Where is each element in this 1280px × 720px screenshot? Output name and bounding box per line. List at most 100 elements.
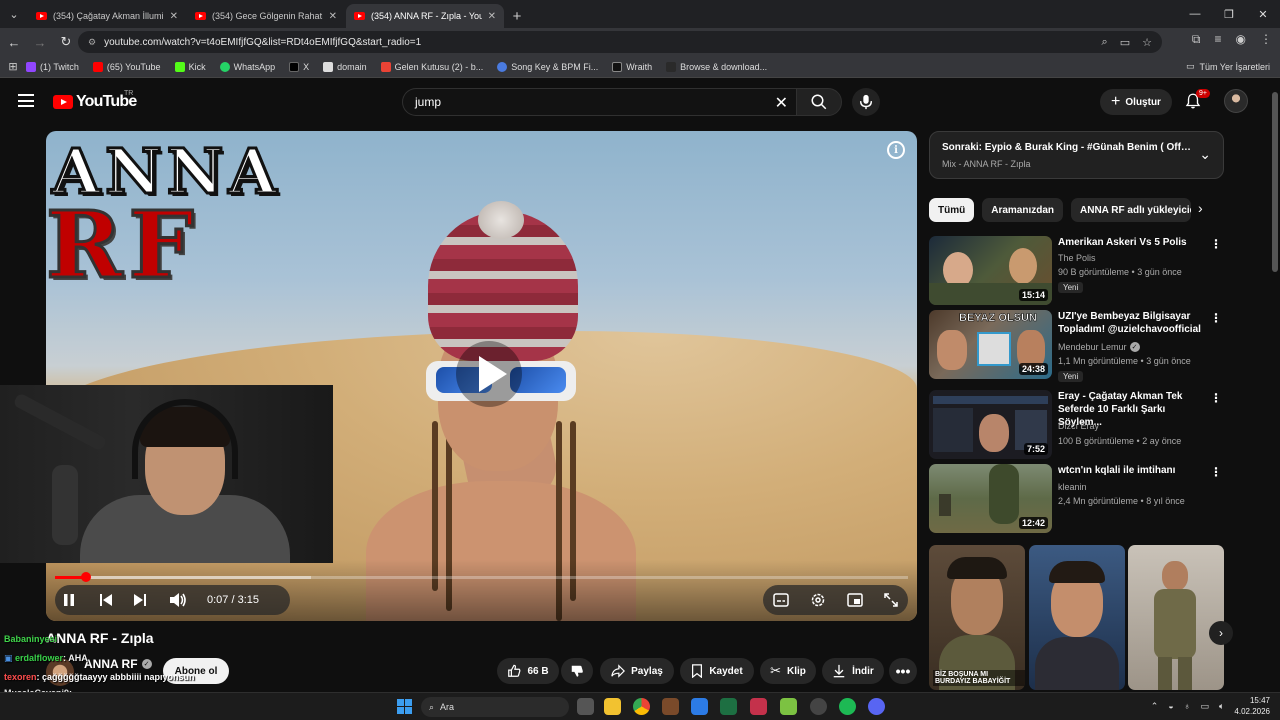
more-vertical-icon[interactable]: ⋮ (1210, 391, 1222, 405)
bookmark-whatsapp[interactable]: WhatsApp (219, 61, 275, 72)
app-green-icon[interactable] (780, 698, 797, 715)
previous-icon[interactable] (89, 593, 123, 607)
playlist-up-next-panel[interactable]: Sonraki: Eypio & Burak King - #Günah Ben… (929, 131, 1224, 179)
save-button[interactable]: Kaydet (680, 658, 754, 684)
video-thumbnail[interactable]: 7:52 (929, 390, 1052, 459)
voice-search-button[interactable] (852, 88, 880, 116)
browser-tab-2[interactable]: (354) Gece Gölgenin Rahatına B ✕ (187, 4, 345, 28)
video-channel[interactable]: Dizcı Eray (1058, 421, 1099, 431)
recommended-video[interactable]: 12:42 wtcn'ın kqlali ile imtihanı kleani… (929, 464, 1224, 534)
app-circle-icon[interactable] (810, 698, 827, 715)
short-thumbnail[interactable]: BİZ BOŞUNA MI BURDAYIZ BABAYİĞİT (929, 545, 1025, 690)
windows-start-icon[interactable] (397, 699, 412, 714)
volume-icon[interactable] (161, 592, 195, 608)
chip-from-search[interactable]: Aramanızdan (982, 198, 1064, 222)
bookmark-kick[interactable]: Kick (174, 61, 206, 72)
network-icon[interactable]: ▭ (1200, 701, 1209, 712)
short-thumbnail[interactable] (1029, 545, 1125, 690)
video-thumbnail[interactable]: 12:42 (929, 464, 1052, 533)
bookmark-star-icon[interactable]: ☆ (1142, 36, 1152, 49)
miniplayer-icon[interactable] (847, 593, 863, 607)
tray-app-icon[interactable]: ◒ (1168, 701, 1173, 711)
bookmark-wraith[interactable]: Wraith (612, 61, 652, 72)
video-thumbnail[interactable]: 15:14 (929, 236, 1052, 305)
next-icon[interactable] (123, 593, 157, 607)
recommended-video[interactable]: 7:52 Eray - Çağatay Akman Tek Seferde 10… (929, 390, 1224, 460)
app-red-icon[interactable] (750, 698, 767, 715)
create-button[interactable]: + Oluştur (1100, 89, 1172, 115)
recommended-video[interactable]: 15:14 Amerikan Askeri Vs 5 Polis The Pol… (929, 236, 1224, 306)
fullscreen-icon[interactable] (883, 593, 898, 607)
close-tab-icon[interactable]: ✕ (170, 11, 178, 22)
extensions-icon[interactable]: ⧉ (1192, 32, 1201, 47)
recommended-video[interactable]: BEYAZ OLSUN 24:38 UZI'ye Bembeyaz Bilgis… (929, 310, 1224, 382)
maximize-icon[interactable]: ❐ (1212, 0, 1246, 28)
bookmark-twitch[interactable]: (1) Twitch (26, 61, 79, 72)
shorts-next-chevron-icon[interactable]: › (1209, 621, 1233, 645)
chevron-down-icon[interactable]: ⌄ (1199, 146, 1211, 163)
browser-tab-1[interactable]: (354) Çağatay Akman İllumination ✕ (28, 4, 186, 28)
all-bookmarks-folder[interactable]: ▭ Tüm Yer İşaretleri (1186, 61, 1270, 72)
chip-all[interactable]: Tümü (929, 198, 975, 222)
channel-name[interactable]: ANNA RF ✓ (84, 657, 152, 671)
subtitles-icon[interactable] (773, 593, 790, 607)
bookmark-gmail[interactable]: Gelen Kutusu (2) - b... (380, 61, 483, 72)
microphone-tray-icon[interactable]: ♁ (1184, 701, 1191, 711)
video-channel[interactable]: Mendebur Lemur ✓ (1058, 342, 1140, 352)
app-icon[interactable] (662, 698, 679, 715)
close-tab-icon[interactable]: ✕ (488, 11, 496, 22)
account-avatar[interactable] (1224, 89, 1248, 113)
search-button[interactable] (796, 88, 842, 116)
spotify-icon[interactable] (839, 698, 856, 715)
minimize-icon[interactable]: — (1178, 0, 1212, 28)
file-explorer-icon[interactable] (604, 698, 621, 715)
pause-icon[interactable] (55, 593, 83, 607)
back-arrow-icon[interactable]: ← (2, 30, 26, 54)
close-tab-icon[interactable]: ✕ (329, 11, 337, 22)
clip-button[interactable]: ✂ Klip (760, 658, 816, 684)
more-actions-button[interactable]: ••• (889, 658, 917, 684)
discord-icon[interactable] (868, 698, 885, 715)
download-button[interactable]: İndir (822, 658, 884, 684)
share-button[interactable]: Paylaş (600, 658, 674, 684)
reading-list-icon[interactable]: ≡ (1215, 32, 1222, 47)
bookmark-youtube[interactable]: (65) YouTube (92, 61, 161, 72)
clear-search-icon[interactable]: ✕ (775, 93, 788, 113)
more-vertical-icon[interactable]: ⋮ (1210, 465, 1222, 479)
page-scrollbar[interactable] (1270, 80, 1280, 692)
taskbar-search[interactable]: ⌕ Ara (421, 697, 569, 717)
video-thumbnail[interactable]: BEYAZ OLSUN 24:38 (929, 310, 1052, 379)
big-play-button[interactable] (456, 341, 522, 407)
more-vertical-icon[interactable]: ⋮ (1210, 311, 1222, 325)
chevron-right-icon[interactable]: › (1198, 200, 1203, 216)
scrollbar-thumb[interactable] (1272, 92, 1278, 272)
video-channel[interactable]: kleanin (1058, 482, 1087, 492)
chrome-menu-icon[interactable]: ⋮ (1260, 32, 1272, 47)
hamburger-menu-icon[interactable] (18, 94, 34, 107)
bookmark-domain[interactable]: domain (323, 61, 367, 72)
like-button[interactable]: 66 B (497, 658, 559, 684)
video-channel[interactable]: The Polis (1058, 253, 1096, 263)
more-vertical-icon[interactable]: ⋮ (1210, 237, 1222, 251)
browser-tab-3-active[interactable]: (354) ANNA RF - Zıpla - YouTube ✕ (346, 4, 504, 28)
task-view-icon[interactable] (577, 698, 594, 715)
bookmark-x[interactable]: X (289, 61, 309, 72)
speaker-icon[interactable]: 🔈︎ (1219, 701, 1224, 712)
settings-gear-icon[interactable] (810, 592, 826, 608)
taskbar-clock[interactable]: 15:47 4.02.2026 (1234, 695, 1270, 717)
bookmark-songkey[interactable]: Song Key & BPM Fi... (497, 61, 598, 72)
tray-chevron-icon[interactable]: ⌃ (1151, 701, 1159, 712)
tab-search-chevron-icon[interactable]: ⌄ (0, 0, 28, 28)
site-info-icon[interactable]: ⚙ (88, 37, 96, 48)
short-thumbnail[interactable] (1128, 545, 1224, 690)
dislike-button[interactable] (561, 658, 593, 684)
info-icon[interactable]: i (887, 141, 905, 159)
profile-icon[interactable]: ◉ (1236, 32, 1246, 47)
forward-arrow-icon[interactable]: → (28, 30, 52, 54)
reload-icon[interactable]: ↻ (54, 30, 78, 54)
cast-icon[interactable]: ▭ (1120, 36, 1130, 49)
new-tab-plus-icon[interactable]: + (505, 4, 529, 28)
search-input[interactable]: jump ✕ (402, 88, 796, 116)
progress-scrubber-handle[interactable] (80, 572, 91, 582)
excel-icon[interactable] (720, 698, 737, 715)
